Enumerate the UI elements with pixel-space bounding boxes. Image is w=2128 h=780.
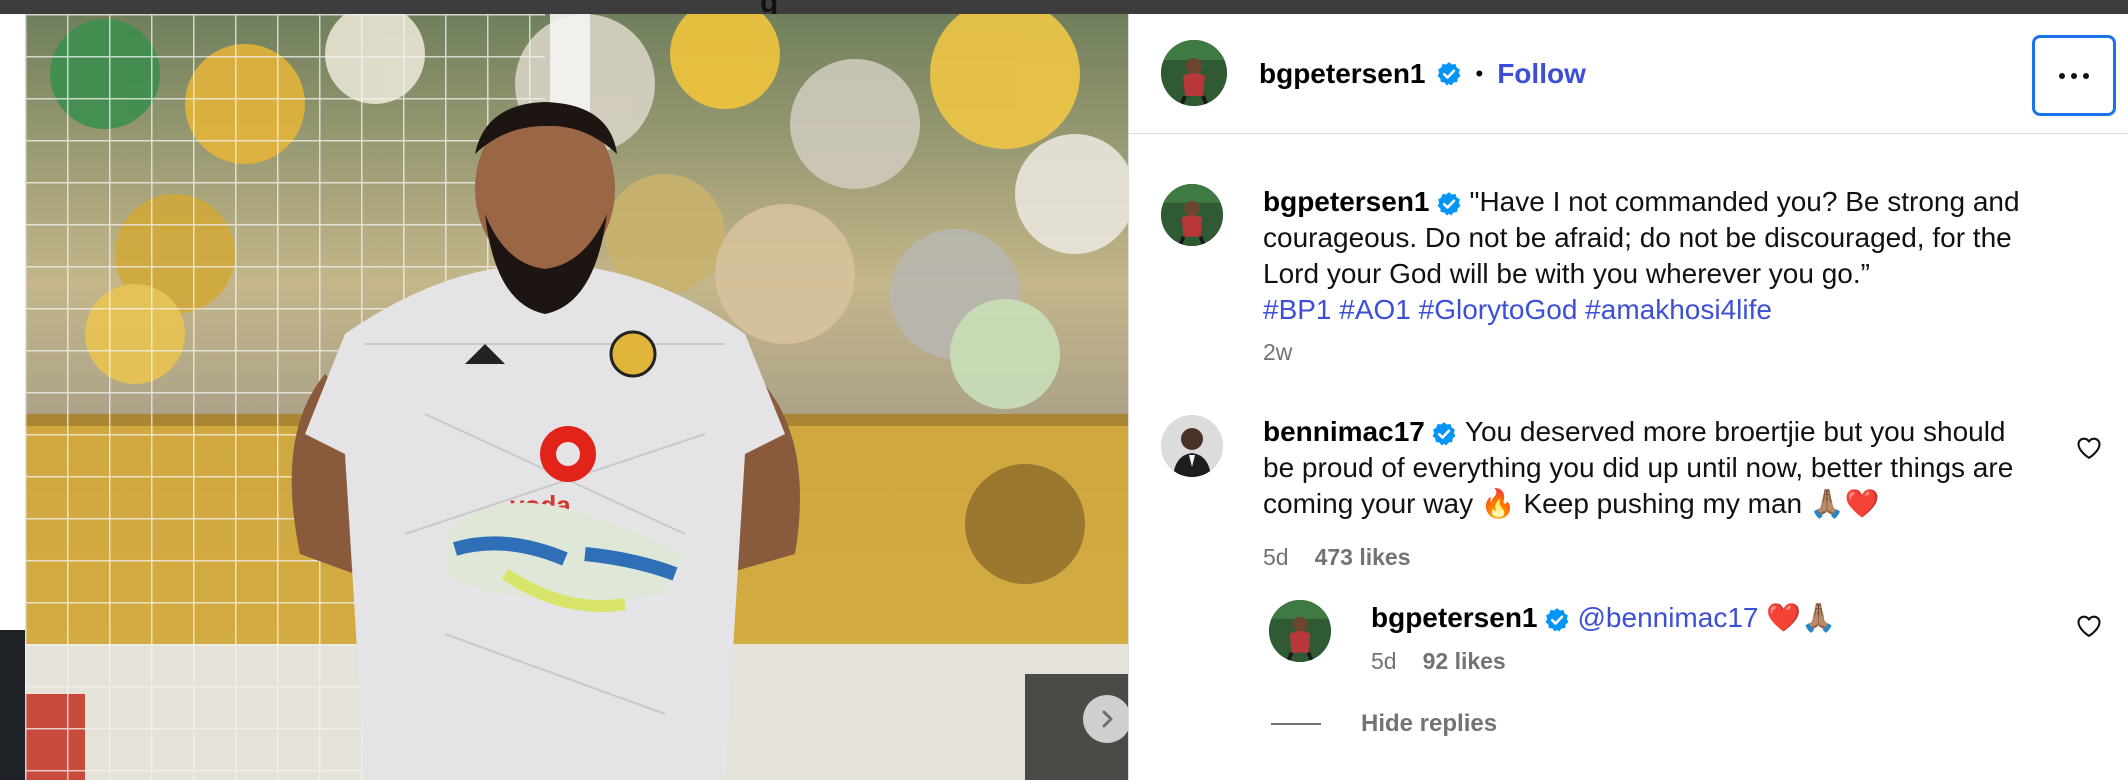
instagram-post-modal: g bgpetersen1 • Follow bgpetersen1 "Have… xyxy=(0,0,2128,780)
verified-badge-icon xyxy=(1545,607,1568,632)
caption-username[interactable]: bgpetersen1 xyxy=(1263,186,1430,217)
comment-text-block: bennimac17 You deserved more broertjie bu… xyxy=(1263,414,2043,522)
caption-timestamp[interactable]: 2w xyxy=(1263,339,1292,366)
reply-mention[interactable]: @bennimac17 xyxy=(1578,602,1759,633)
caption-text-block: bgpetersen1 "Have I not commanded you? Be… xyxy=(1263,184,2043,328)
comment-likes-count[interactable]: 473 likes xyxy=(1315,544,1411,571)
header-user-row: bgpetersen1 • Follow xyxy=(1259,56,1586,92)
background-overlay-strip: g xyxy=(0,0,2128,19)
verified-badge-icon xyxy=(1437,62,1460,86)
reply-item: bgpetersen1 @bennimac17 ❤️🙏🏽 5d 92 likes xyxy=(1129,600,2128,700)
comment-timestamp[interactable]: 5d xyxy=(1263,544,1289,571)
comment-meta: 5d 473 likes xyxy=(1263,544,1411,571)
heart-icon[interactable] xyxy=(2075,612,2103,640)
more-horizontal-icon xyxy=(2071,72,2077,79)
caption-hashtags[interactable]: #BP1 #AO1 #GlorytoGod #amakhosi4life xyxy=(1263,294,1772,325)
reply-meta: 5d 92 likes xyxy=(1371,648,1506,675)
caption-author-avatar[interactable] xyxy=(1161,184,1223,246)
author-avatar-image xyxy=(1269,600,1331,662)
reply-username[interactable]: bgpetersen1 xyxy=(1371,602,1538,633)
reply-author-avatar[interactable] xyxy=(1269,600,1331,662)
hide-replies-label: Hide replies xyxy=(1361,710,1498,737)
comment-item: bennimac17 You deserved more broertjie bu… xyxy=(1129,394,2128,594)
hide-replies-button[interactable]: Hide replies xyxy=(1271,710,1497,738)
post-header: bgpetersen1 • Follow xyxy=(1129,14,2128,134)
more-options-button[interactable] xyxy=(2032,35,2116,116)
caption-meta: 2w xyxy=(1263,339,1292,366)
more-horizontal-icon xyxy=(2083,72,2089,79)
reply-text-block: bgpetersen1 @bennimac17 ❤️🙏🏽 xyxy=(1371,600,2011,636)
goalkeeper-photo: voda xyxy=(25,14,1128,780)
chevron-right-icon xyxy=(1102,710,1113,728)
commenter-username[interactable]: bennimac17 xyxy=(1263,416,1425,447)
verified-badge-icon xyxy=(1432,421,1456,446)
more-horizontal-icon xyxy=(2059,72,2065,79)
verified-badge-icon xyxy=(1437,191,1460,216)
next-photo-button[interactable] xyxy=(1083,695,1128,743)
author-avatar[interactable] xyxy=(1161,40,1227,106)
commenter-avatar[interactable] xyxy=(1161,415,1223,477)
heart-icon[interactable] xyxy=(2075,434,2103,462)
post-sidebar: bgpetersen1 • Follow bgpetersen1 "Have I… xyxy=(1128,14,2128,780)
author-avatar-image xyxy=(1161,40,1227,106)
left-gutter-shadow xyxy=(0,630,25,780)
reply-likes-count[interactable]: 92 likes xyxy=(1423,648,1506,675)
author-username[interactable]: bgpetersen1 xyxy=(1259,58,1426,90)
post-caption: bgpetersen1 "Have I not commanded you? Be… xyxy=(1129,134,2128,374)
reply-emoji: ❤️🙏🏽 xyxy=(1766,602,1836,633)
separator-dot: • xyxy=(1475,61,1484,86)
follow-button[interactable]: Follow xyxy=(1497,58,1586,90)
reply-timestamp[interactable]: 5d xyxy=(1371,648,1397,675)
commenter-avatar-image xyxy=(1161,415,1223,477)
hide-replies-divider xyxy=(1271,723,1321,725)
author-avatar-image xyxy=(1161,184,1223,246)
post-photo[interactable]: voda xyxy=(25,14,1128,780)
